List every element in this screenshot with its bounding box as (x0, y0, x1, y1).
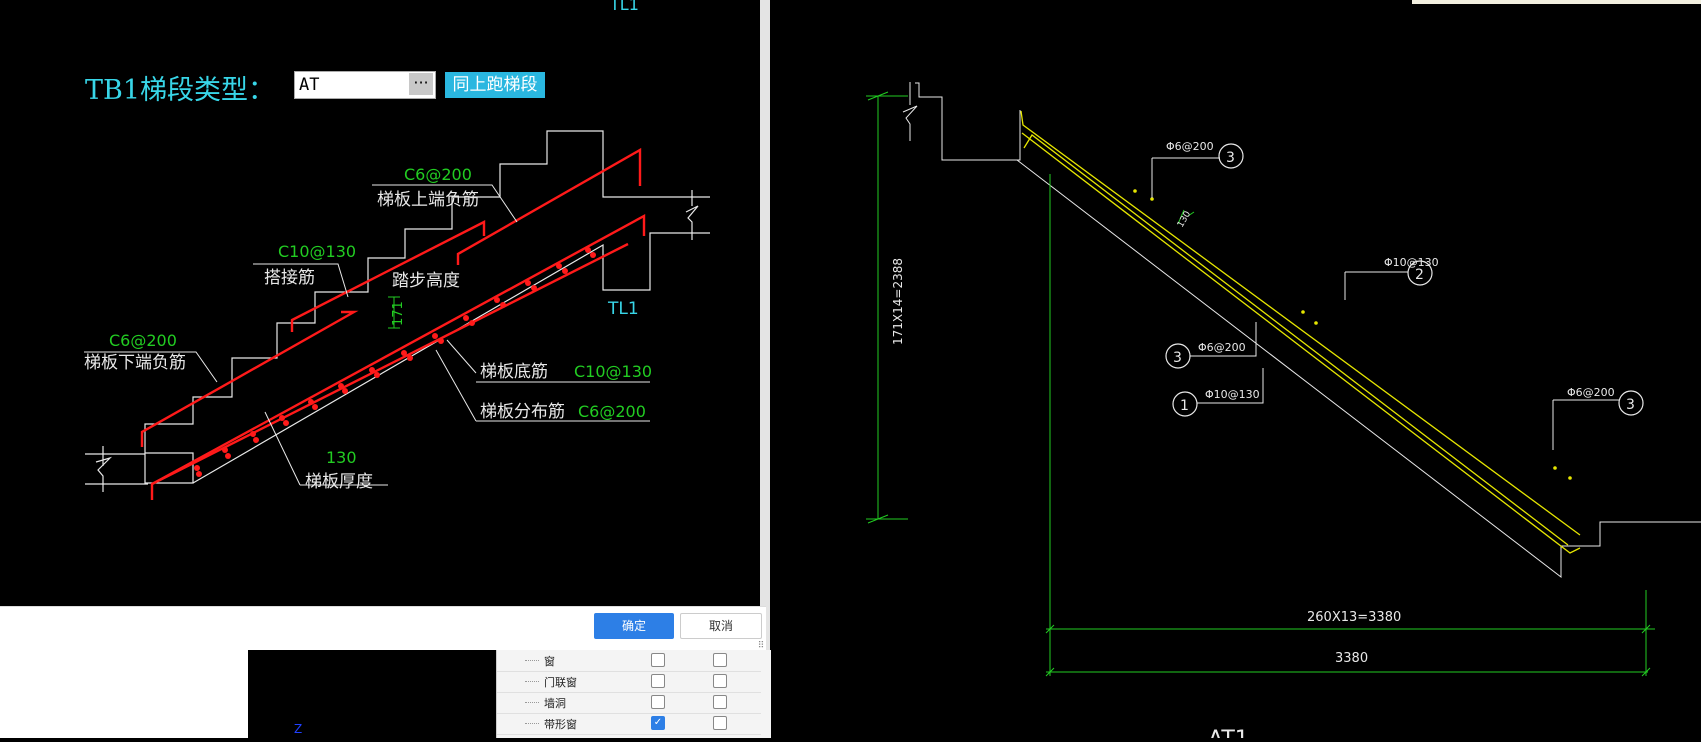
detail-rebar-top (1020, 110, 1581, 536)
list-item-label: 窗 (544, 655, 555, 668)
vertical-dimension-label: 171X14=2388 (891, 258, 905, 345)
background-panel (0, 650, 248, 738)
stair-type-value: AT (299, 75, 320, 95)
lap-spec-label: C10@130 (278, 242, 356, 261)
tree-line (525, 660, 539, 661)
top-neg-spec-label: C6@200 (404, 165, 472, 184)
checkbox[interactable] (651, 695, 665, 709)
component-list-panel: 窗 门联窗 墙洞 带形窗 ✓ (496, 650, 771, 738)
detail-break-mark (902, 82, 918, 141)
dialog-footer: 确定 取消 ⠿ (0, 606, 766, 651)
detail-slab (1016, 159, 1701, 579)
detail-label-c: Φ6@200 (1198, 341, 1246, 354)
confirm-button[interactable]: 确定 (594, 613, 674, 639)
dist-bar-spec-label: C6@200 (578, 402, 646, 421)
list-item[interactable]: 带形窗 ✓ (497, 713, 761, 735)
checkbox[interactable] (713, 653, 727, 667)
detail-rebar-dots (1133, 189, 1572, 480)
detail-dimensions (866, 91, 1655, 677)
stair-type-field[interactable]: AT ··· (294, 71, 436, 99)
top-tl1-label: TL1 (609, 0, 639, 14)
list-item[interactable]: 墙洞 (497, 692, 761, 714)
checkbox-checked[interactable]: ✓ (651, 716, 665, 730)
total-dimension-label: 3380 (1335, 651, 1368, 666)
same-as-upper-flight-button[interactable]: 同上跑梯段 (445, 72, 545, 98)
slab-bottom-rebar (150, 242, 629, 500)
tree-line (525, 723, 539, 724)
checkbox[interactable] (713, 695, 727, 709)
bottom-neg-spec-label: C6@200 (109, 331, 177, 350)
tree-line (525, 681, 539, 682)
cancel-button[interactable]: 取消 (680, 613, 762, 639)
drawing-title-label: AT1 (1208, 727, 1249, 738)
checkbox[interactable] (713, 674, 727, 688)
top-neg-label: 梯板上端负筋 (377, 190, 479, 210)
detail-circles (1165, 143, 1644, 417)
slab-bottom-rebar-hook (151, 213, 646, 486)
detail-label-d: Φ10@130 (1205, 388, 1260, 401)
stair-type-label: TB1梯段类型： (85, 75, 276, 106)
bottom-bar-label: 梯板底筋 (480, 362, 548, 382)
3d-view-area: Z (248, 650, 496, 738)
more-options-button[interactable]: ··· (409, 73, 433, 95)
checkbox[interactable] (713, 716, 727, 730)
circle-2: 2 (1415, 267, 1424, 283)
tl1-label: TL1 (607, 299, 639, 319)
break-mark-left (95, 446, 113, 492)
step-height-label: 踏步高度 (392, 271, 460, 291)
list-item-label: 门联窗 (544, 676, 577, 689)
stair-detail-drawing: 3 2 3 1 3 Φ6@200 Φ10@130 Φ6@200 Φ10@130 … (866, 82, 1701, 742)
detail-small-dim: 130 (1176, 209, 1193, 229)
detail-label-e: Φ6@200 (1567, 386, 1615, 399)
thickness-value-label: 130 (326, 448, 357, 467)
detail-stair-outline (915, 82, 1021, 161)
top-right-bar (1412, 0, 1701, 4)
tree-line (525, 702, 539, 703)
axis-z-label: Z (294, 722, 303, 736)
circle-3-top: 3 (1226, 150, 1235, 166)
bottom-neg-label: 梯板下端负筋 (84, 353, 186, 373)
bottom-bar-spec-label: C10@130 (574, 362, 652, 381)
circle-3-right: 3 (1626, 397, 1635, 413)
top-negative-rebar (456, 147, 642, 265)
checkbox[interactable] (651, 674, 665, 688)
list-item[interactable]: 门联窗 (497, 671, 761, 693)
list-item-label: 墙洞 (544, 697, 566, 710)
list-item[interactable]: 窗 (497, 650, 761, 672)
step-height-value: 171 (391, 301, 406, 326)
dist-bar-label: 梯板分布筋 (480, 402, 565, 422)
thickness-label: 梯板厚度 (305, 472, 373, 492)
detail-label-b: Φ10@130 (1384, 256, 1439, 269)
horizontal-dimension-label: 260X13=3380 (1307, 610, 1401, 625)
list-item-label: 带形窗 (544, 718, 577, 731)
circle-3-mid: 3 (1173, 350, 1182, 366)
cad-drawing-canvas: 3 2 3 1 3 Φ6@200 Φ10@130 Φ6@200 Φ10@130 … (770, 0, 1701, 742)
checkbox[interactable] (651, 653, 665, 667)
detail-label-a: Φ6@200 (1166, 140, 1214, 153)
circle-1: 1 (1180, 398, 1189, 414)
lap-label: 搭接筋 (264, 268, 315, 288)
